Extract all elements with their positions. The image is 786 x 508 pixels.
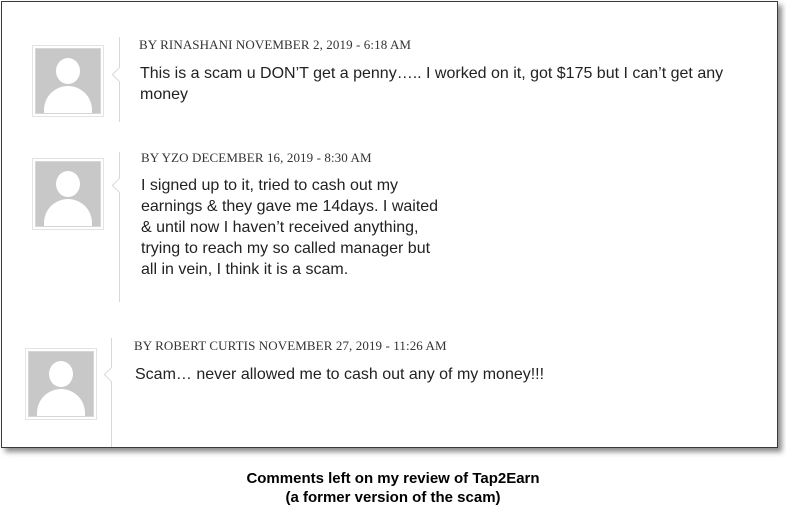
avatar-body-shape [44, 86, 92, 113]
user-avatar-icon [28, 351, 94, 417]
user-avatar-icon [35, 48, 101, 114]
comment-author-date: BY YZO DECEMBER 16, 2019 - 8:30 AM [141, 150, 372, 165]
comment-divider [119, 152, 120, 302]
comment-body: This is a scam u DON’T get a penny….. I … [140, 65, 724, 103]
comment-pointer [111, 177, 128, 194]
avatar-head-shape [56, 171, 80, 197]
comment-pointer [111, 66, 128, 83]
avatar-body-shape [37, 389, 85, 416]
comment-pointer [103, 366, 120, 383]
avatar-body-shape [44, 199, 92, 226]
comment-body: Scam… never allowed me to cash out any o… [135, 366, 545, 383]
user-avatar-icon [35, 161, 101, 227]
comment-author-date: BY RINASHANI NOVEMBER 2, 2019 - 6:18 AM [139, 37, 412, 52]
avatar-head-shape [49, 361, 73, 387]
comment-author-date: BY ROBERT CURTIS NOVEMBER 27, 2019 - 11:… [134, 338, 447, 353]
caption-line-2: (a former version of the scam) [285, 489, 501, 506]
image-caption: Comments left on my review of Tap2Earn (… [0, 469, 786, 507]
comment-body: I signed up to it, tried to cash out my … [141, 177, 439, 278]
comment-divider [111, 338, 112, 447]
screenshot-frame: BY RINASHANI NOVEMBER 2, 2019 - 6:18 AM … [1, 1, 778, 448]
avatar-head-shape [56, 58, 80, 84]
caption-line-1: Comments left on my review of Tap2Earn [246, 470, 540, 487]
